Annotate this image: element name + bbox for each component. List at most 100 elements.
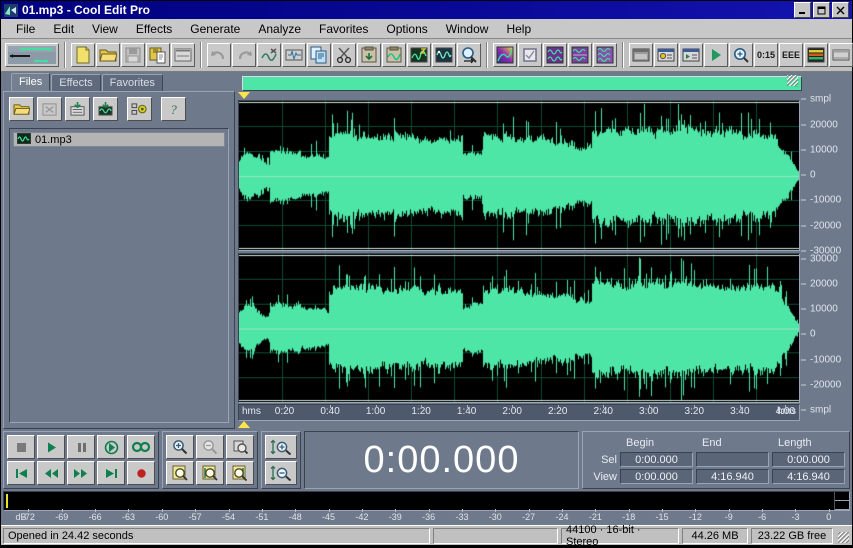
cursor-marker-bottom-icon[interactable] [238,421,250,428]
title-bar[interactable]: 01.mp3 - Cool Edit Pro [1,1,852,19]
sel-begin-field[interactable]: 0:00.000 [620,452,693,467]
vertical-rulers[interactable]: smpl20000100000-10000-20000-30000 300002… [800,92,850,429]
go-to-end-button[interactable] [97,461,125,485]
menu-item-favorites[interactable]: Favorites [310,21,377,37]
view-begin-field[interactable]: 0:00.000 [620,469,693,484]
level-meter-lane[interactable] [4,492,834,510]
channel-right[interactable] [238,253,800,404]
file-options-button[interactable] [127,97,152,121]
menu-bar: File Edit View Effects Generate Analyze … [1,19,852,39]
go-to-beginning-button[interactable] [7,461,35,485]
play-button[interactable] [37,435,65,459]
save-file-button[interactable] [121,43,145,67]
channel-right-button[interactable] [568,43,592,67]
redo-button[interactable] [232,43,256,67]
placement-button[interactable] [804,43,828,67]
stop-button[interactable] [7,435,35,459]
menu-item-window[interactable]: Window [437,21,498,37]
menu-item-help[interactable]: Help [497,21,540,37]
channel-right-canvas[interactable] [239,254,799,403]
cursor-marker-top-icon[interactable] [238,92,250,99]
menu-item-analyze[interactable]: Analyze [249,21,310,37]
zoom-window-button[interactable] [729,43,753,67]
close-file-button[interactable] [37,97,62,121]
save-as-button[interactable] [146,43,170,67]
insert-into-waveform-button[interactable] [93,97,118,121]
menu-item-generate[interactable]: Generate [181,21,249,37]
mix-paste-button[interactable] [282,43,306,67]
zoom-in-vertical-button[interactable] [265,435,297,459]
delete-silence-button[interactable] [432,43,456,67]
tab-files[interactable]: Files [11,73,50,91]
menu-item-options[interactable]: Options [377,21,436,37]
horizontal-scrollbar[interactable] [242,76,802,91]
time-window-button[interactable]: 0:15 [754,43,778,67]
time-ruler[interactable]: hmshms0:200:401:001:201:402:002:202:403:… [238,404,800,421]
fast-forward-button[interactable] [67,461,95,485]
vertical-ruler-tick [801,384,806,385]
trim-button[interactable] [407,43,431,67]
toolbar-separator [486,42,488,68]
tab-favorites[interactable]: Favorites [102,74,163,91]
channel-left[interactable] [238,100,800,251]
copy-button[interactable] [307,43,331,67]
zoom-full-button[interactable] [226,435,254,459]
level-meters-button[interactable]: EEE [779,43,803,67]
pause-button[interactable] [67,435,95,459]
time-display[interactable]: 0:00.000 [304,431,579,489]
zoom-in-horizontal-button[interactable] [166,435,194,459]
level-meter[interactable] [3,491,850,511]
new-file-button[interactable] [71,43,95,67]
resize-grip[interactable] [836,528,850,544]
spectral-view-button[interactable] [493,43,517,67]
zoom-controls [162,431,258,489]
zoom-in-left-edge-button[interactable] [196,461,224,485]
status-bar: Opened in 24.42 seconds 44100 · 16-bit ·… [1,525,852,545]
show-cuelist-button[interactable] [679,43,703,67]
sel-length-field[interactable]: 0:00.000 [772,452,845,467]
view-length-field[interactable]: 4:16.940 [772,469,845,484]
rewind-button[interactable] [37,461,65,485]
minimize-button[interactable] [794,2,811,18]
menu-item-file[interactable]: File [7,21,44,37]
play-window-button[interactable] [704,43,728,67]
menu-item-effects[interactable]: Effects [127,21,181,37]
open-file-button[interactable] [9,97,34,121]
time-window-label: 0:15 [757,50,775,60]
help-button[interactable]: ? [161,97,186,121]
loop-play-button[interactable] [127,435,155,459]
file-list[interactable]: 01.mp3 [9,128,229,423]
maximize-button[interactable] [813,2,830,18]
scrollbar-grip[interactable] [794,80,799,87]
status-window-button[interactable] [829,43,853,67]
open-file-button[interactable] [96,43,120,67]
menu-item-edit[interactable]: Edit [44,21,83,37]
show-transport-button[interactable] [654,43,678,67]
batch-convert-button[interactable] [171,43,195,67]
channel-left-button[interactable] [543,43,567,67]
zoom-out-horizontal-button[interactable] [196,435,224,459]
record-button[interactable] [127,461,155,485]
zoom-in-right-edge-button[interactable] [226,461,254,485]
channel-both-button[interactable] [593,43,617,67]
zoom-to-selection-button[interactable] [166,461,194,485]
insert-into-multitrack-button[interactable] [65,97,90,121]
waveform-view-button[interactable] [5,43,59,67]
paste-to-new-button[interactable] [382,43,406,67]
show-organizer-button[interactable] [629,43,653,67]
sel-end-field[interactable] [696,452,769,467]
tab-effects[interactable]: Effects [51,74,100,91]
zoom-out-vertical-button[interactable] [265,461,297,485]
play-to-end-button[interactable] [97,435,125,459]
show-boundaries-button[interactable] [518,43,542,67]
cut-button[interactable] [332,43,356,67]
zoom-select-button[interactable] [457,43,481,67]
menu-item-view[interactable]: View [83,21,127,37]
close-button[interactable] [832,2,849,18]
repair-transient-button[interactable] [257,43,281,67]
undo-button[interactable] [207,43,231,67]
view-end-field[interactable]: 4:16.940 [696,469,769,484]
channel-left-canvas[interactable] [239,101,799,250]
file-list-item[interactable]: 01.mp3 [13,132,225,147]
paste-button[interactable] [357,43,381,67]
